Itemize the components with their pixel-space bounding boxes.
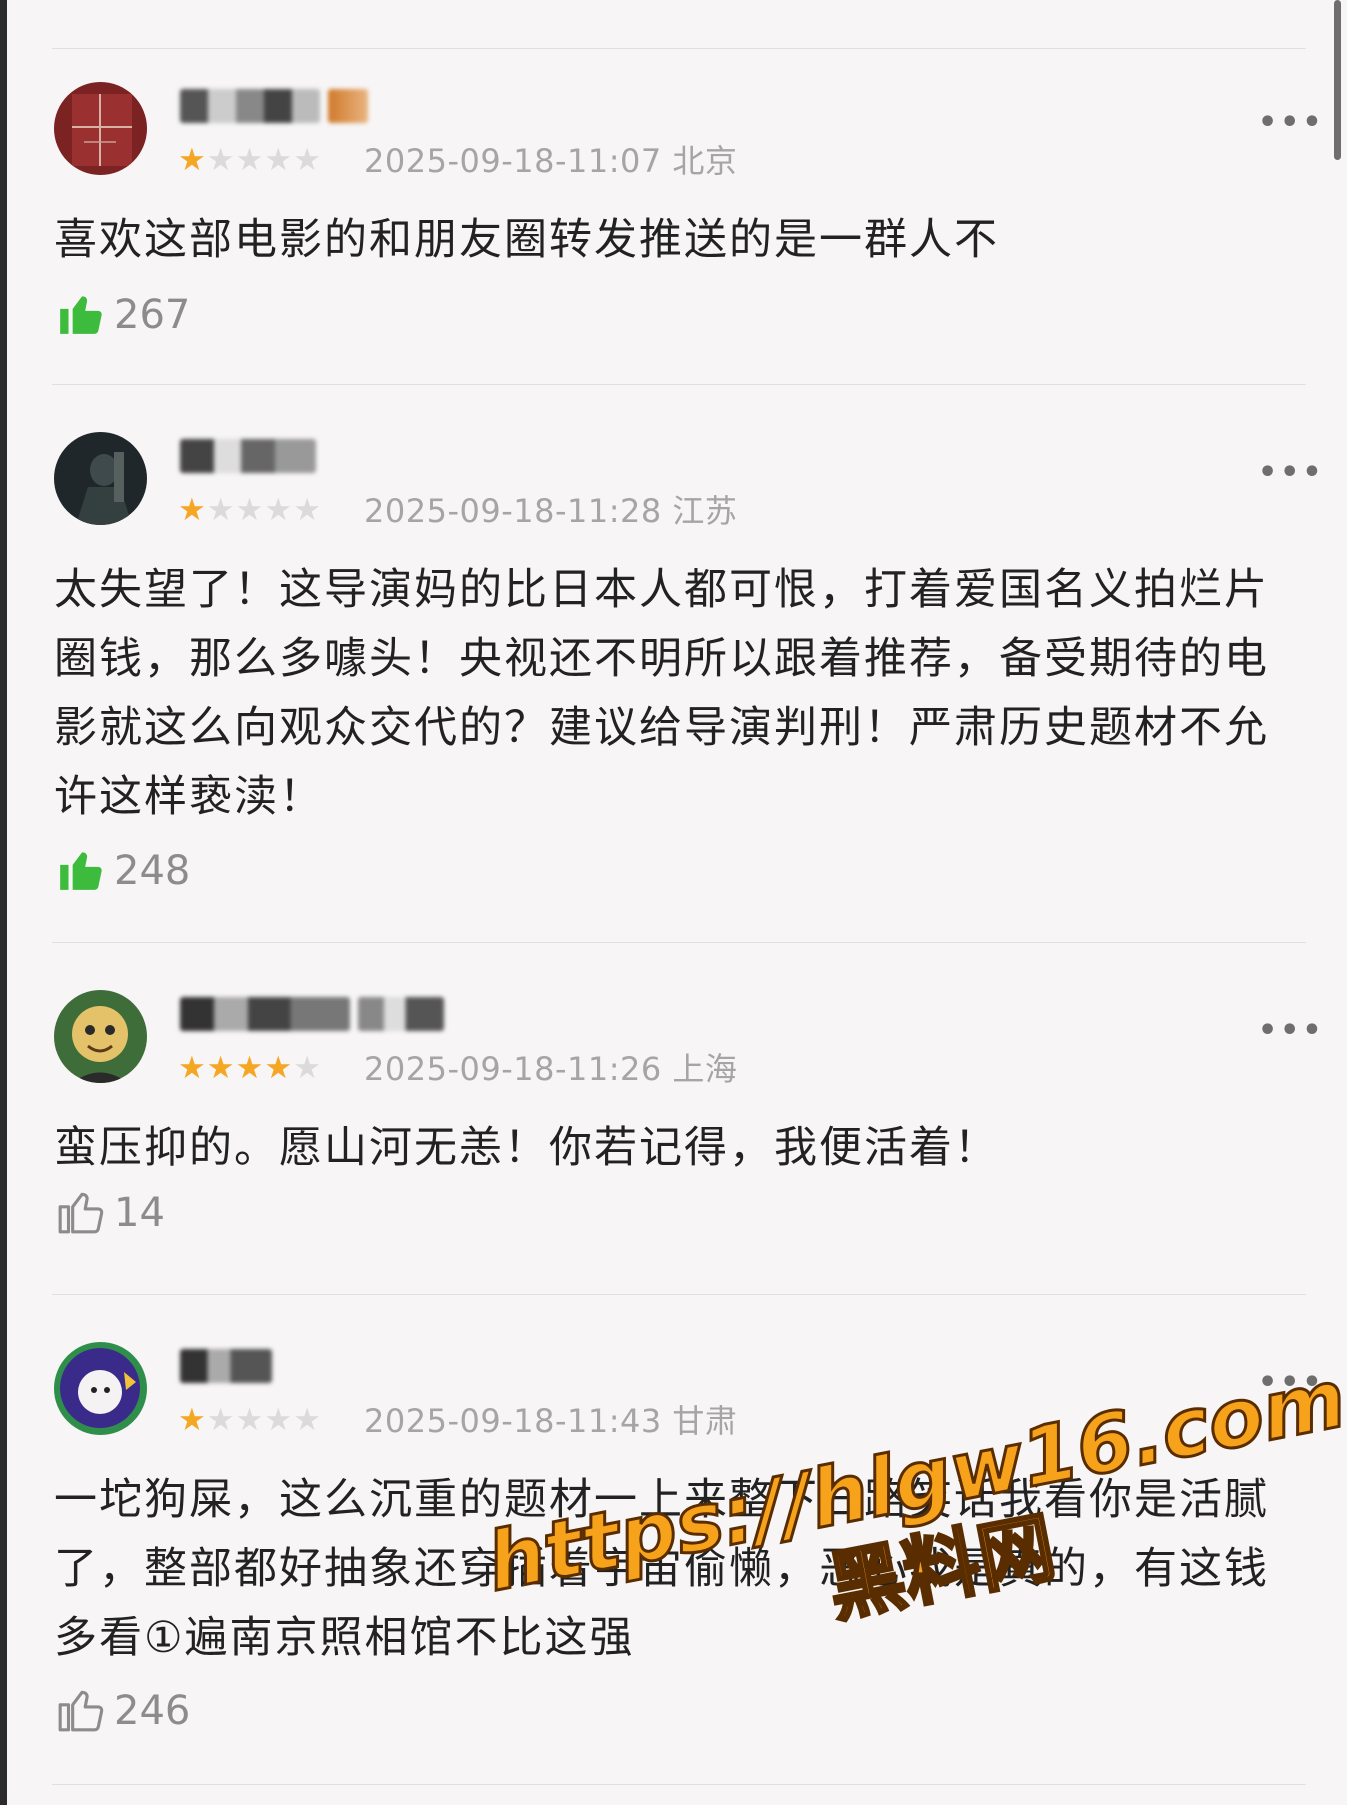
dark-red-window-avatar-icon: [54, 82, 147, 175]
star-icon: ★: [264, 142, 293, 178]
review-text: 喜欢这部电影的和朋友圈转发推送的是一群人不: [54, 215, 999, 265]
star-rating: ★ ★ ★ ★ ★: [178, 1402, 321, 1438]
review-date: 2025-09-18-11:07: [364, 142, 662, 180]
username-blurred[interactable]: [180, 84, 368, 128]
thumbs-up-icon: [56, 1186, 106, 1240]
like-button[interactable]: 246: [56, 1684, 190, 1738]
divider: [52, 384, 1306, 385]
star-icon: ★: [235, 492, 264, 528]
star-icon: ★: [206, 492, 235, 528]
star-icon: ★: [178, 1402, 206, 1438]
star-icon: ★: [293, 1050, 321, 1086]
thumbs-up-icon: [56, 844, 106, 898]
divider: [52, 942, 1306, 943]
review-meta: 2025-09-18-11:26 上海: [364, 1051, 737, 1087]
dark-figure-avatar-icon: [54, 432, 147, 525]
cartoon-girl-avatar-icon: [54, 1342, 147, 1435]
review-date: 2025-09-18-11:43: [364, 1402, 662, 1440]
review-text: 蛮压抑的。愿山河无恙！你若记得，我便活着！: [54, 1123, 999, 1173]
user-avatar[interactable]: [54, 1342, 147, 1435]
star-icon: ★: [206, 1402, 235, 1438]
star-icon: ★: [293, 142, 321, 178]
star-rating: ★ ★ ★ ★ ★: [178, 492, 321, 528]
star-rating: ★ ★ ★ ★ ★: [178, 142, 321, 178]
star-icon: ★: [264, 492, 293, 528]
star-icon: ★: [178, 1050, 206, 1086]
divider: [52, 48, 1306, 49]
more-options-icon[interactable]: •••: [1258, 458, 1325, 488]
review-text: 一坨狗屎，这么沉重的题材一上来整下三路笑话我看你是活腻了，整部都好抽象还穿插着宇…: [54, 1475, 1269, 1663]
more-options-icon[interactable]: •••: [1258, 108, 1325, 138]
review-date: 2025-09-18-11:26: [364, 1050, 662, 1088]
star-icon: ★: [178, 142, 206, 178]
star-icon: ★: [235, 1050, 264, 1086]
like-button[interactable]: 267: [56, 288, 190, 342]
cartoon-face-avatar-icon: [54, 990, 147, 1083]
review-date: 2025-09-18-11:28: [364, 492, 662, 530]
review-text: 太失望了！这导演妈的比日本人都可恨，打着爱国名义拍烂片圈钱，那么多噱头！央视还不…: [54, 565, 1269, 822]
thumbs-up-icon: [56, 1684, 106, 1738]
divider: [52, 1294, 1306, 1295]
star-icon: ★: [293, 492, 321, 528]
review-location: 上海: [672, 1050, 738, 1088]
star-icon: ★: [293, 1402, 321, 1438]
window-edge: [0, 0, 7, 1805]
review-meta: 2025-09-18-11:07 北京: [364, 143, 737, 179]
like-button[interactable]: 14: [56, 1186, 165, 1240]
star-icon: ★: [206, 142, 235, 178]
like-button[interactable]: 248: [56, 844, 190, 898]
username-blurred[interactable]: [180, 992, 444, 1036]
user-avatar[interactable]: [54, 432, 147, 525]
like-count: 267: [114, 292, 191, 338]
username-blurred[interactable]: [180, 1344, 272, 1388]
star-rating: ★ ★ ★ ★ ★: [178, 1050, 321, 1086]
star-icon: ★: [235, 142, 264, 178]
star-icon: ★: [178, 492, 206, 528]
like-count: 248: [114, 848, 191, 894]
more-options-icon[interactable]: •••: [1258, 1016, 1325, 1046]
review-meta: 2025-09-18-11:43 甘肃: [364, 1403, 737, 1439]
like-count: 14: [114, 1190, 165, 1236]
star-icon: ★: [264, 1402, 293, 1438]
review-meta: 2025-09-18-11:28 江苏: [364, 493, 737, 529]
review-location: 江苏: [672, 492, 738, 530]
divider: [52, 1784, 1306, 1785]
user-avatar[interactable]: [54, 82, 147, 175]
review-location: 北京: [672, 142, 738, 180]
star-icon: ★: [206, 1050, 235, 1086]
review-location: 甘肃: [672, 1402, 738, 1440]
star-icon: ★: [264, 1050, 293, 1086]
username-blurred[interactable]: [180, 434, 316, 478]
more-options-icon[interactable]: •••: [1258, 1368, 1325, 1398]
like-count: 246: [114, 1688, 191, 1734]
star-icon: ★: [235, 1402, 264, 1438]
user-avatar[interactable]: [54, 990, 147, 1083]
scrollbar[interactable]: [1334, 0, 1341, 160]
thumbs-up-icon: [56, 288, 106, 342]
